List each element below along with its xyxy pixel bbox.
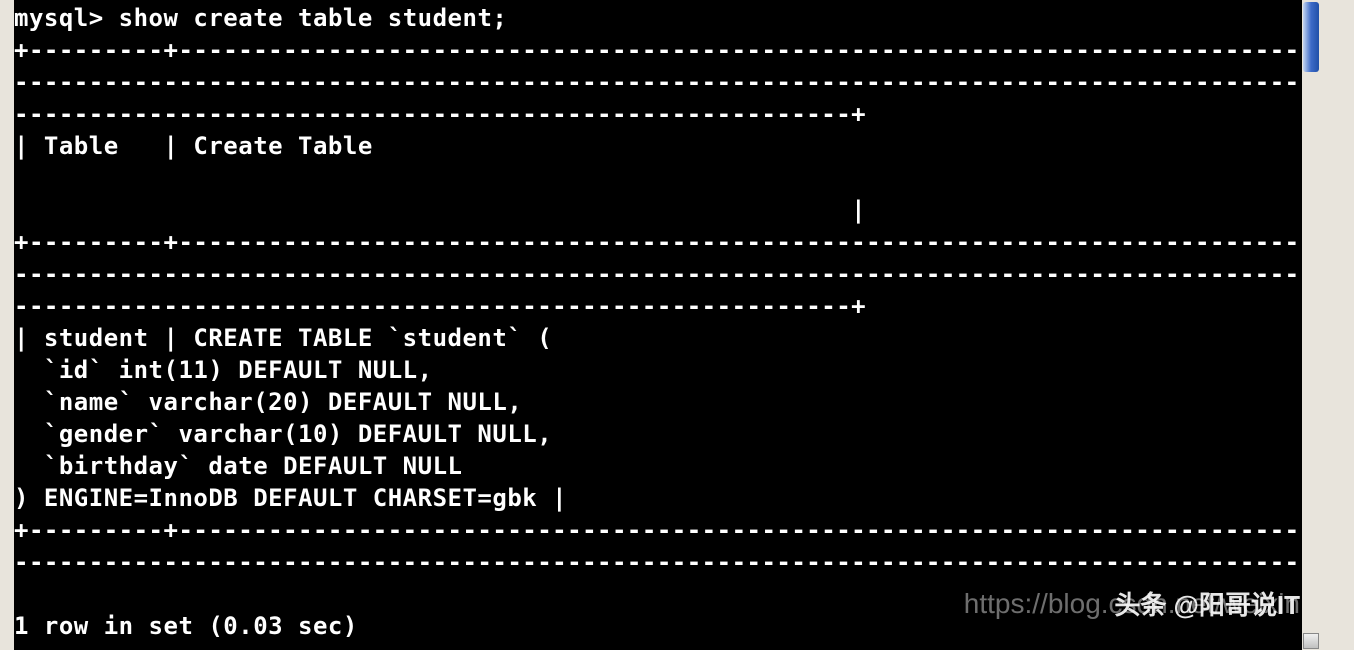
scrollbar-vertical[interactable] [1302, 0, 1320, 650]
column-def: `gender` varchar(10) DEFAULT NULL, [14, 420, 552, 448]
terminal-window: mysql> show create table student; +-----… [0, 0, 1354, 650]
border-line: +---------+-----------------------------… [14, 36, 1320, 64]
sql-command: show create table student; [119, 4, 508, 32]
terminal-output[interactable]: mysql> show create table student; +-----… [14, 0, 1320, 650]
column-def: `birthday` date DEFAULT NULL [14, 452, 462, 480]
border-line: ----------------------------------------… [14, 548, 1320, 576]
column-def: `id` int(11) DEFAULT NULL, [14, 356, 433, 384]
border-line: ----------------------------------------… [14, 260, 1320, 288]
column-def: `name` varchar(20) DEFAULT NULL, [14, 388, 522, 416]
engine-def: ) ENGINE=InnoDB DEFAULT CHARSET=gbk | [14, 484, 567, 512]
border-line: +---------+-----------------------------… [14, 228, 1320, 256]
create-table-row: | student | CREATE TABLE `student` ( [14, 324, 552, 352]
border-line: ----------------------------------------… [14, 100, 866, 128]
scrollbar-thumb[interactable] [1303, 2, 1319, 72]
result-summary: 1 row in set (0.03 sec) [14, 612, 358, 640]
border-line: ----------------------------------------… [14, 68, 1320, 96]
border-line: ----------------------------------------… [14, 292, 866, 320]
watermark-toutiao: 头条 @阳哥说IT [1114, 585, 1300, 622]
scrollbar-down-button[interactable] [1303, 633, 1319, 649]
table-header: | Table | Create Table [14, 132, 373, 160]
mysql-prompt: mysql> [14, 4, 104, 32]
border-line: +---------+-----------------------------… [14, 516, 1320, 544]
table-pipe: | [14, 196, 866, 224]
